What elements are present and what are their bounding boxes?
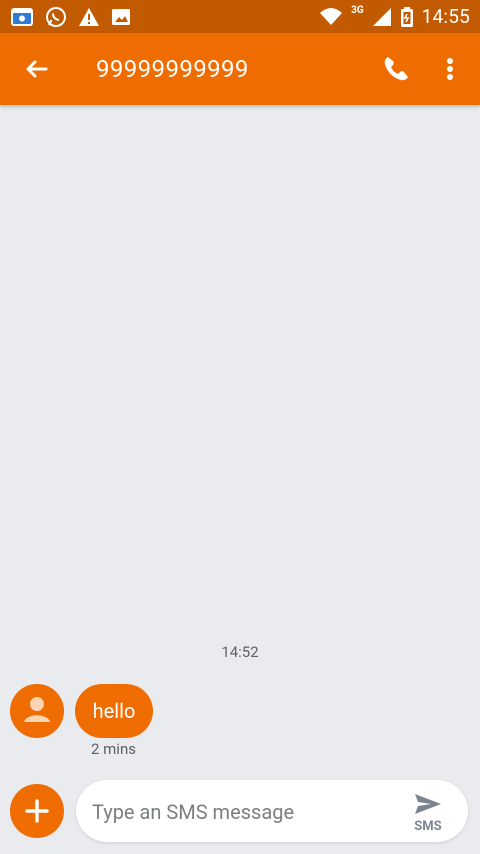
image-icon [110,6,132,28]
back-button[interactable] [20,53,52,85]
whatsapp-icon [44,5,68,29]
contact-avatar[interactable] [10,684,64,738]
send-label: SMS [414,819,442,834]
person-icon [24,697,50,722]
signal-icon [372,7,392,27]
conversation-title: 99999999999 [96,55,249,83]
message-text: hello [92,699,136,723]
battery-icon [400,6,414,28]
phone-icon [384,57,408,81]
more-vert-icon [447,58,453,80]
status-bar: 3G 14:55 [0,0,480,33]
wifi-icon [319,7,343,27]
message-input[interactable] [90,790,394,834]
system-icons: 3G 14:55 [319,5,470,28]
compose-box: SMS [76,780,468,842]
call-button[interactable] [380,53,412,85]
notification-icons [10,5,132,29]
message-time: 2 mins [91,740,136,758]
network-label: 3G [351,5,364,16]
attach-button[interactable] [10,784,64,838]
arrow-left-icon [26,60,48,78]
send-button[interactable]: SMS [404,786,452,838]
plus-icon [25,799,49,823]
app-bar: 99999999999 [0,33,480,105]
calendar-icon [10,6,34,28]
overflow-menu-button[interactable] [438,53,462,85]
conversation-timestamp: 14:52 [221,643,259,661]
send-icon [415,794,441,814]
warning-icon [78,6,100,28]
message-bubble[interactable]: hello [75,684,153,738]
status-time: 14:55 [421,5,470,28]
